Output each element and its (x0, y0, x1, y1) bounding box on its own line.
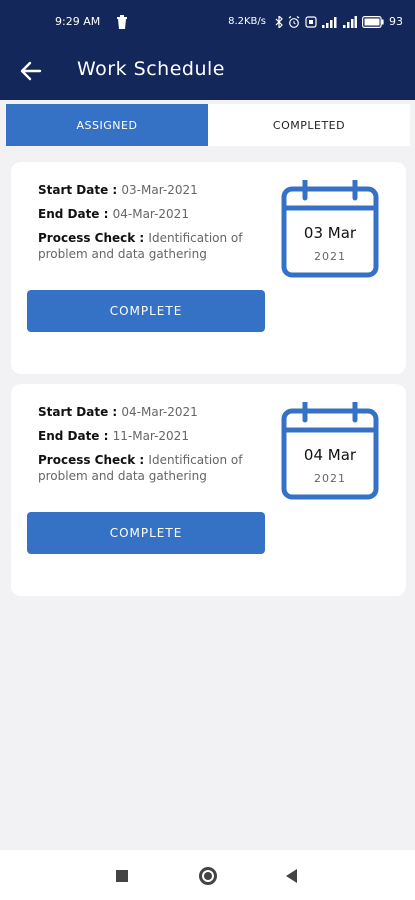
complete-button[interactable]: COMPLETE (27, 290, 265, 332)
battery-icon (362, 15, 384, 28)
bluetooth-icon (275, 15, 283, 28)
end-date-label: End Date : (38, 207, 113, 221)
process-check-label: Process Check : (38, 453, 149, 467)
start-date-value: 03-Mar-2021 (121, 183, 198, 197)
end-date-row: End Date : 04-Mar-2021 (38, 202, 263, 226)
status-icons: 8.2KB/s 93 (228, 15, 403, 28)
status-bar: 9:29 AM 8.2KB/s 93 (0, 0, 415, 44)
back-triangle-icon[interactable] (286, 869, 297, 883)
card-info: Start Date : 03-Mar-2021 End Date : 04-M… (38, 178, 263, 262)
recents-icon[interactable] (116, 870, 128, 882)
end-date-value: 11-Mar-2021 (112, 429, 189, 443)
end-date-row: End Date : 11-Mar-2021 (38, 424, 263, 448)
process-check-label: Process Check : (38, 231, 149, 245)
signal-icon-2 (343, 15, 357, 28)
tab-assigned[interactable]: ASSIGNED (6, 104, 208, 146)
schedule-card: Start Date : 04-Mar-2021 End Date : 11-M… (11, 384, 406, 596)
process-check-row: Process Check : Identification of proble… (38, 452, 263, 484)
tab-bar: ASSIGNED COMPLETED (6, 104, 410, 146)
calendar-badge: 04 Mar 2021 (281, 402, 379, 500)
end-date-value: 04-Mar-2021 (112, 207, 189, 221)
calendar-day: 04 Mar (303, 446, 357, 464)
schedule-card: Start Date : 03-Mar-2021 End Date : 04-M… (11, 162, 406, 374)
start-date-row: Start Date : 03-Mar-2021 (38, 178, 263, 202)
calendar-day: 03 Mar (303, 224, 357, 242)
app-header: 9:29 AM 8.2KB/s 93 Work Schedule (0, 0, 415, 100)
trash-icon (117, 15, 127, 29)
battery-level: 93 (389, 15, 403, 28)
page-title: Work Schedule (77, 58, 225, 80)
signal-icon (322, 16, 337, 28)
back-arrow-icon[interactable] (18, 58, 44, 84)
home-icon[interactable] (199, 867, 217, 885)
vibrate-icon (305, 15, 317, 28)
start-date-label: Start Date : (38, 183, 122, 197)
alarm-icon (288, 15, 300, 28)
process-check-row: Process Check : Identification of proble… (38, 230, 263, 262)
calendar-year: 2021 (314, 250, 346, 263)
complete-button[interactable]: COMPLETE (27, 512, 265, 554)
start-date-value: 04-Mar-2021 (121, 405, 198, 419)
net-speed-text: 8.2KB/s (228, 16, 266, 27)
calendar-badge: 03 Mar 2021 (281, 180, 379, 278)
status-time: 9:29 AM (55, 15, 101, 28)
end-date-label: End Date : (38, 429, 113, 443)
toolbar: Work Schedule (0, 44, 415, 100)
tab-completed[interactable]: COMPLETED (208, 104, 410, 146)
start-date-row: Start Date : 04-Mar-2021 (38, 400, 263, 424)
card-info: Start Date : 04-Mar-2021 End Date : 11-M… (38, 400, 263, 484)
start-date-label: Start Date : (38, 405, 122, 419)
system-nav-bar (0, 850, 415, 900)
calendar-year: 2021 (314, 472, 346, 485)
